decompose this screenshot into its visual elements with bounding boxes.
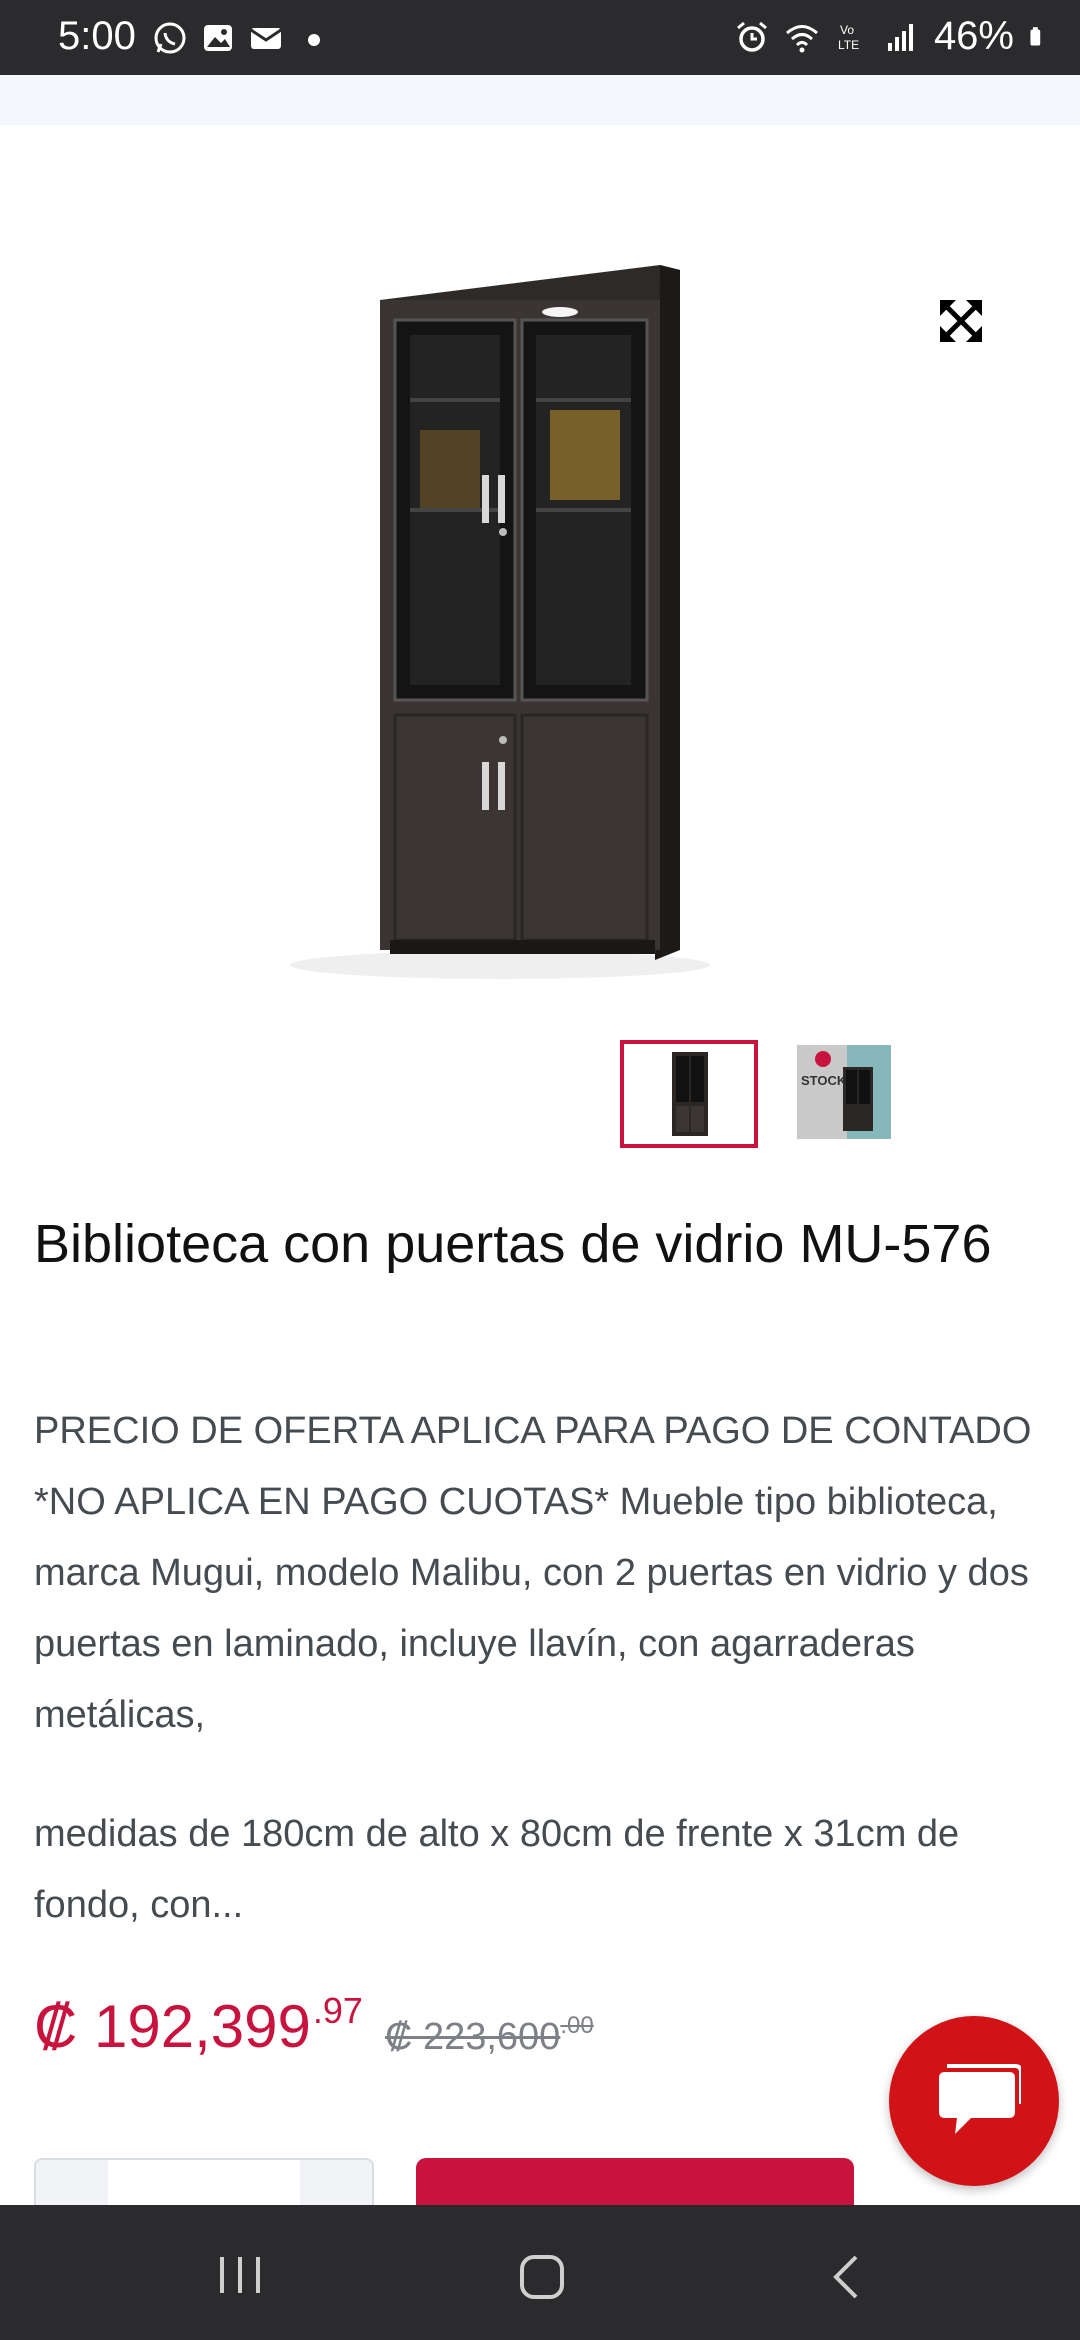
svg-text:LTE: LTE xyxy=(838,38,859,52)
recent-apps-icon[interactable] xyxy=(216,2253,264,2297)
wifi-icon xyxy=(785,24,818,52)
thumbnail-stock-image: STOCK xyxy=(797,1045,891,1139)
battery-icon xyxy=(1030,26,1041,46)
price-current: ₡ 192,399 xyxy=(34,1993,311,2060)
svg-text:Vo: Vo xyxy=(840,23,854,37)
system-nav-bar xyxy=(0,2205,1080,2340)
volte-icon: Vo LTE xyxy=(838,23,859,52)
home-icon[interactable] xyxy=(518,2253,566,2301)
expand-icon[interactable] xyxy=(936,296,986,346)
thumbnail-2[interactable]: STOCK xyxy=(797,1045,891,1139)
battery-percent: 46% xyxy=(933,14,1014,58)
status-notification-icons xyxy=(152,20,332,56)
alarm-icon xyxy=(736,21,767,52)
header-strip xyxy=(0,75,1080,125)
product-title: Biblioteca con puertas de vidrio MU-576 xyxy=(34,1214,992,1274)
gallery-icon xyxy=(204,25,232,51)
status-bar: 5:00 Vo LTE 46% xyxy=(0,0,1080,75)
price-old-cents: .00 xyxy=(560,2012,594,2039)
thumbnail-selected[interactable] xyxy=(620,1040,758,1148)
product-description: PRECIO DE OFERTA APLICA PARA PAGO DE CON… xyxy=(34,1410,1032,1736)
dot-icon xyxy=(308,34,320,46)
product-description-cont: medidas de 180cm de alto x 80cm de frent… xyxy=(34,1813,960,1926)
price-current-cents: .97 xyxy=(312,1990,363,2031)
back-icon[interactable] xyxy=(828,2253,864,2301)
price-row: ₡ 192,399 .97 ₡ 223,600 .00 xyxy=(34,1990,594,2061)
chat-icon xyxy=(939,2064,1021,2134)
thumbnail-stock-label: STOCK xyxy=(801,1073,847,1088)
mail-icon xyxy=(250,28,282,49)
chat-button[interactable] xyxy=(889,2016,1059,2186)
product-image[interactable] xyxy=(260,250,740,990)
whatsapp-icon xyxy=(154,22,186,54)
status-time: 5:00 xyxy=(58,14,136,58)
thumbnail-bookcase-image xyxy=(672,1052,708,1136)
status-system-icons: Vo LTE 46% xyxy=(734,14,1050,59)
signal-icon xyxy=(887,23,913,51)
bookcase-illustration xyxy=(290,265,710,979)
price-old: ₡ 223,600 xyxy=(384,2016,561,2058)
